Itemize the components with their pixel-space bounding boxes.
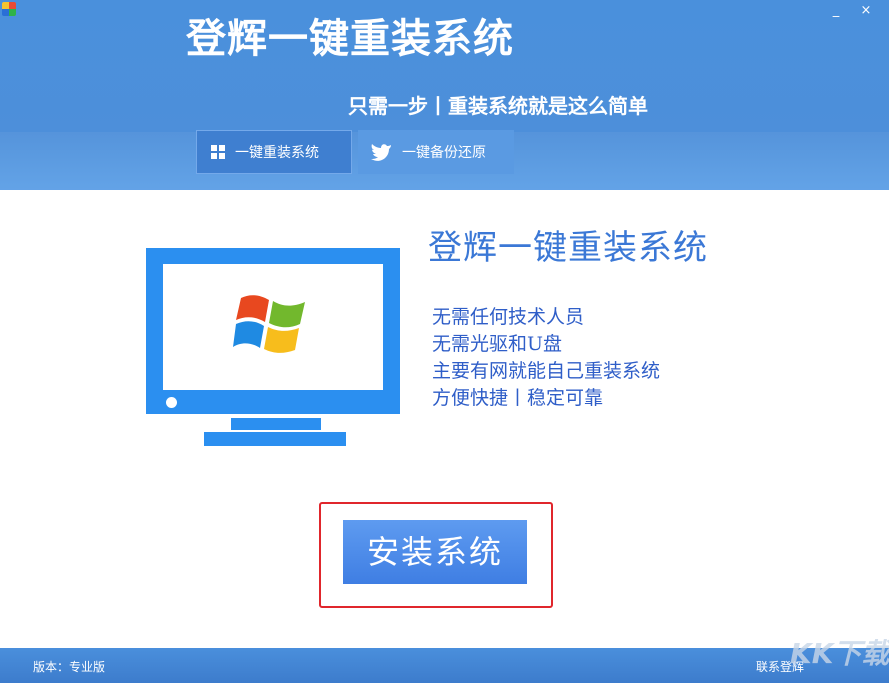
- tab-label: 一键备份还原: [402, 145, 486, 161]
- bird-icon: [371, 144, 391, 161]
- power-indicator: [166, 397, 177, 408]
- app-title: 登辉一键重装系统: [186, 15, 514, 62]
- feature-item: 方便快捷丨稳定可靠: [432, 387, 604, 409]
- slogan: 只需一步丨重装系统就是这么简单: [348, 94, 648, 118]
- version-label: 版本：专业版: [33, 660, 106, 674]
- feature-item: 无需任何技术人员: [432, 306, 585, 328]
- feature-item: 无需光驱和U盘: [432, 333, 563, 355]
- tab-label: 一键重装系统: [235, 145, 319, 161]
- app-icon: [2, 2, 16, 16]
- windows-icon: [211, 145, 225, 159]
- tab-one-click-reinstall[interactable]: 一键重装系统: [196, 130, 352, 174]
- watermark: KK下载: [790, 637, 889, 670]
- windows-logo-icon: [233, 295, 305, 353]
- feature-item: 主要有网就能自己重装系统: [432, 360, 661, 382]
- monitor-neck: [231, 418, 321, 430]
- hero-title: 登辉一键重装系统: [428, 228, 708, 268]
- monitor-base: [204, 432, 346, 446]
- close-button[interactable]: ×: [856, 2, 876, 20]
- minimize-button[interactable]: _: [826, 2, 846, 20]
- install-system-button[interactable]: 安装系统: [343, 520, 527, 584]
- tab-backup-restore[interactable]: 一键备份还原: [358, 130, 514, 174]
